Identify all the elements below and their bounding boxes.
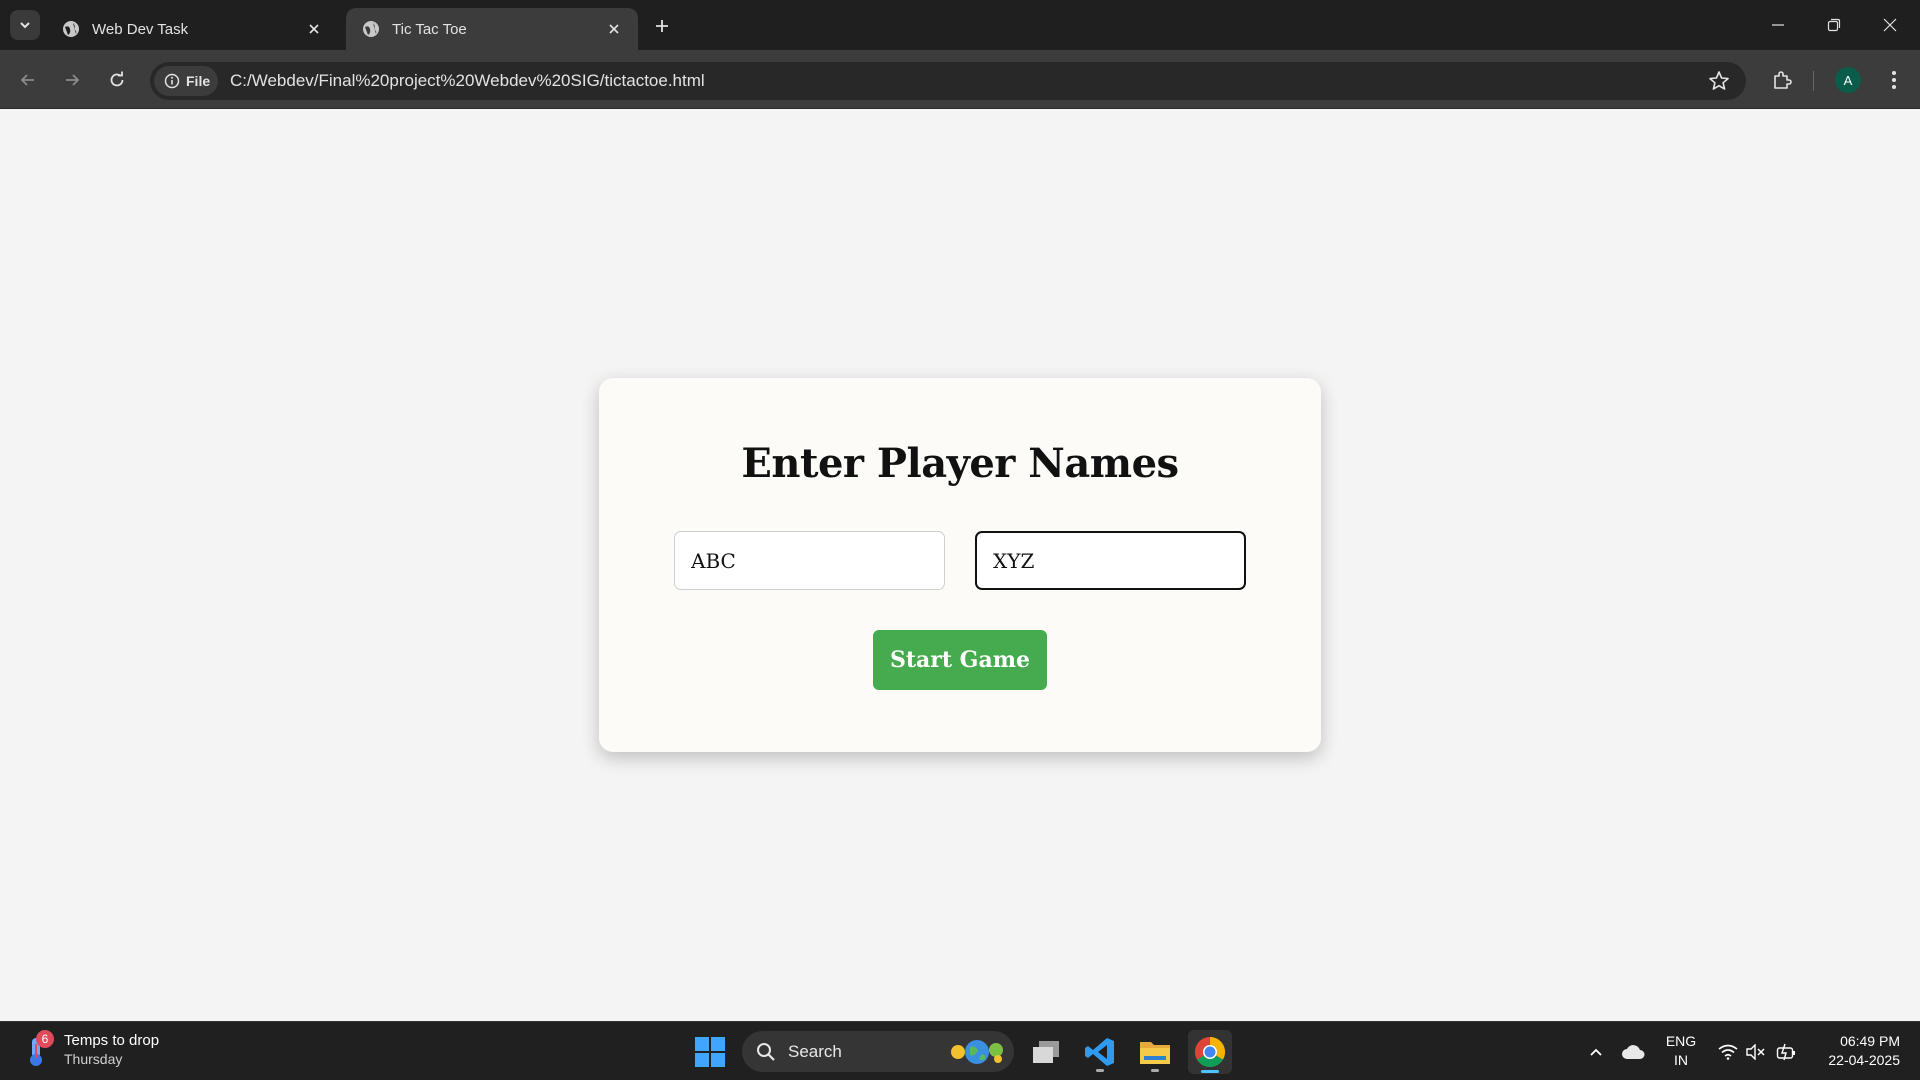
player2-name-input[interactable] <box>975 531 1246 590</box>
tab-search-icon <box>20 22 30 29</box>
tab-search-button[interactable] <box>10 10 40 40</box>
battery-icon <box>1776 1043 1795 1060</box>
avatar: A <box>1835 67 1861 93</box>
reload-icon <box>110 71 124 87</box>
wifi-icon <box>1718 1044 1738 1060</box>
reload-button[interactable] <box>101 64 133 96</box>
onedrive-button[interactable] <box>1618 1022 1648 1080</box>
forward-icon <box>66 74 80 86</box>
running-indicator <box>1096 1069 1104 1072</box>
profile-button[interactable]: A <box>1832 64 1864 96</box>
vscode-icon <box>1085 1038 1114 1066</box>
player1-name-input[interactable] <box>674 531 945 590</box>
tab-close-button[interactable] <box>604 19 624 39</box>
running-indicator <box>1151 1069 1159 1072</box>
chrome-taskbar-button[interactable] <box>1188 1030 1232 1074</box>
browser-toolbar: File C:/Webdev/Final%20project%20Webdev%… <box>0 50 1920 109</box>
site-info-chip[interactable]: File <box>154 66 218 96</box>
minimize-icon <box>1772 24 1784 26</box>
forward-button[interactable] <box>56 64 88 96</box>
windows-icon[interactable] <box>694 1036 726 1068</box>
language-code: ENG <box>1665 1033 1697 1049</box>
active-indicator <box>1201 1070 1219 1073</box>
vscode-taskbar-button[interactable] <box>1078 1030 1122 1074</box>
extensions-button[interactable] <box>1766 64 1798 96</box>
chrome-icon <box>1194 1037 1226 1068</box>
taskbar: 6 Temps to drop Thursday Search ENG IN 0… <box>0 1021 1920 1080</box>
cloud-icon <box>1622 1044 1645 1059</box>
notification-badge: 6 <box>36 1030 54 1048</box>
globe-icon <box>363 21 379 37</box>
task-view-icon <box>1033 1041 1059 1063</box>
weather-icon-wrap: 6 <box>24 1030 54 1068</box>
tab-strip: Web Dev Task Tic Tac Toe <box>0 0 1920 50</box>
new-tab-button[interactable] <box>648 12 676 40</box>
mute-icon <box>1746 1043 1765 1060</box>
tab-close-button[interactable] <box>304 19 324 39</box>
battery-status[interactable] <box>1772 1022 1800 1080</box>
close-icon <box>309 24 319 34</box>
chip-label: File <box>186 73 211 89</box>
plus-icon <box>656 20 668 32</box>
browser-menu-button[interactable] <box>1878 64 1910 96</box>
folder-icon <box>1140 1042 1170 1064</box>
weather-headline: Temps to drop <box>64 1031 160 1049</box>
toolbar-divider <box>1813 71 1814 91</box>
search-label: Search <box>788 1041 842 1061</box>
close-window-button[interactable] <box>1862 0 1918 50</box>
chevron-up-icon <box>1590 1048 1602 1056</box>
region-code: IN <box>1674 1052 1688 1068</box>
weather-text: Temps to drop Thursday <box>64 1032 159 1067</box>
task-view-button[interactable] <box>1024 1030 1068 1074</box>
search-icon <box>757 1042 775 1061</box>
start-game-button[interactable]: Start Game <box>873 630 1047 690</box>
show-hidden-icons-button[interactable] <box>1582 1022 1610 1080</box>
wifi-status[interactable] <box>1714 1022 1742 1080</box>
globe-icon <box>63 21 79 37</box>
minimize-button[interactable] <box>1750 0 1806 50</box>
earth-day-art-icon <box>951 1040 1003 1064</box>
clock-date: 22-04-2025 <box>1828 1052 1900 1068</box>
file-explorer-taskbar-button[interactable] <box>1133 1030 1177 1074</box>
extensions-icon <box>1774 71 1792 89</box>
system-clock[interactable]: 06:49 PM 22-04-2025 <box>1810 1032 1900 1070</box>
restore-icon <box>1827 18 1841 32</box>
clock-time: 06:49 PM <box>1840 1033 1900 1049</box>
weather-widget[interactable]: 6 Temps to drop Thursday <box>24 1030 159 1068</box>
back-button[interactable] <box>12 64 44 96</box>
weather-day: Thursday <box>64 1050 123 1067</box>
tab-title: Web Dev Task <box>92 20 189 38</box>
taskbar-search[interactable]: Search <box>742 1031 1014 1072</box>
tab-tic-tac-toe[interactable]: Tic Tac Toe <box>346 8 638 50</box>
restore-button[interactable] <box>1806 0 1862 50</box>
player-names-card: Enter Player Names Start Game <box>599 378 1321 752</box>
star-icon[interactable] <box>1708 70 1730 92</box>
back-icon <box>20 74 34 86</box>
url-text[interactable]: C:/Webdev/Final%20project%20Webdev%20SIG… <box>230 71 705 91</box>
close-icon <box>1883 18 1897 32</box>
tab-title: Tic Tac Toe <box>392 20 467 38</box>
close-icon <box>609 24 619 34</box>
info-icon <box>164 73 180 89</box>
tab-web-dev-task[interactable]: Web Dev Task <box>46 8 338 50</box>
page-title: Enter Player Names <box>741 440 1179 487</box>
language-indicator[interactable]: ENG IN <box>1660 1032 1702 1070</box>
address-bar[interactable]: File C:/Webdev/Final%20project%20Webdev%… <box>150 62 1746 100</box>
volume-status[interactable] <box>1742 1022 1770 1080</box>
page-content: Enter Player Names Start Game <box>0 109 1920 1021</box>
menu-icon <box>1892 71 1896 89</box>
